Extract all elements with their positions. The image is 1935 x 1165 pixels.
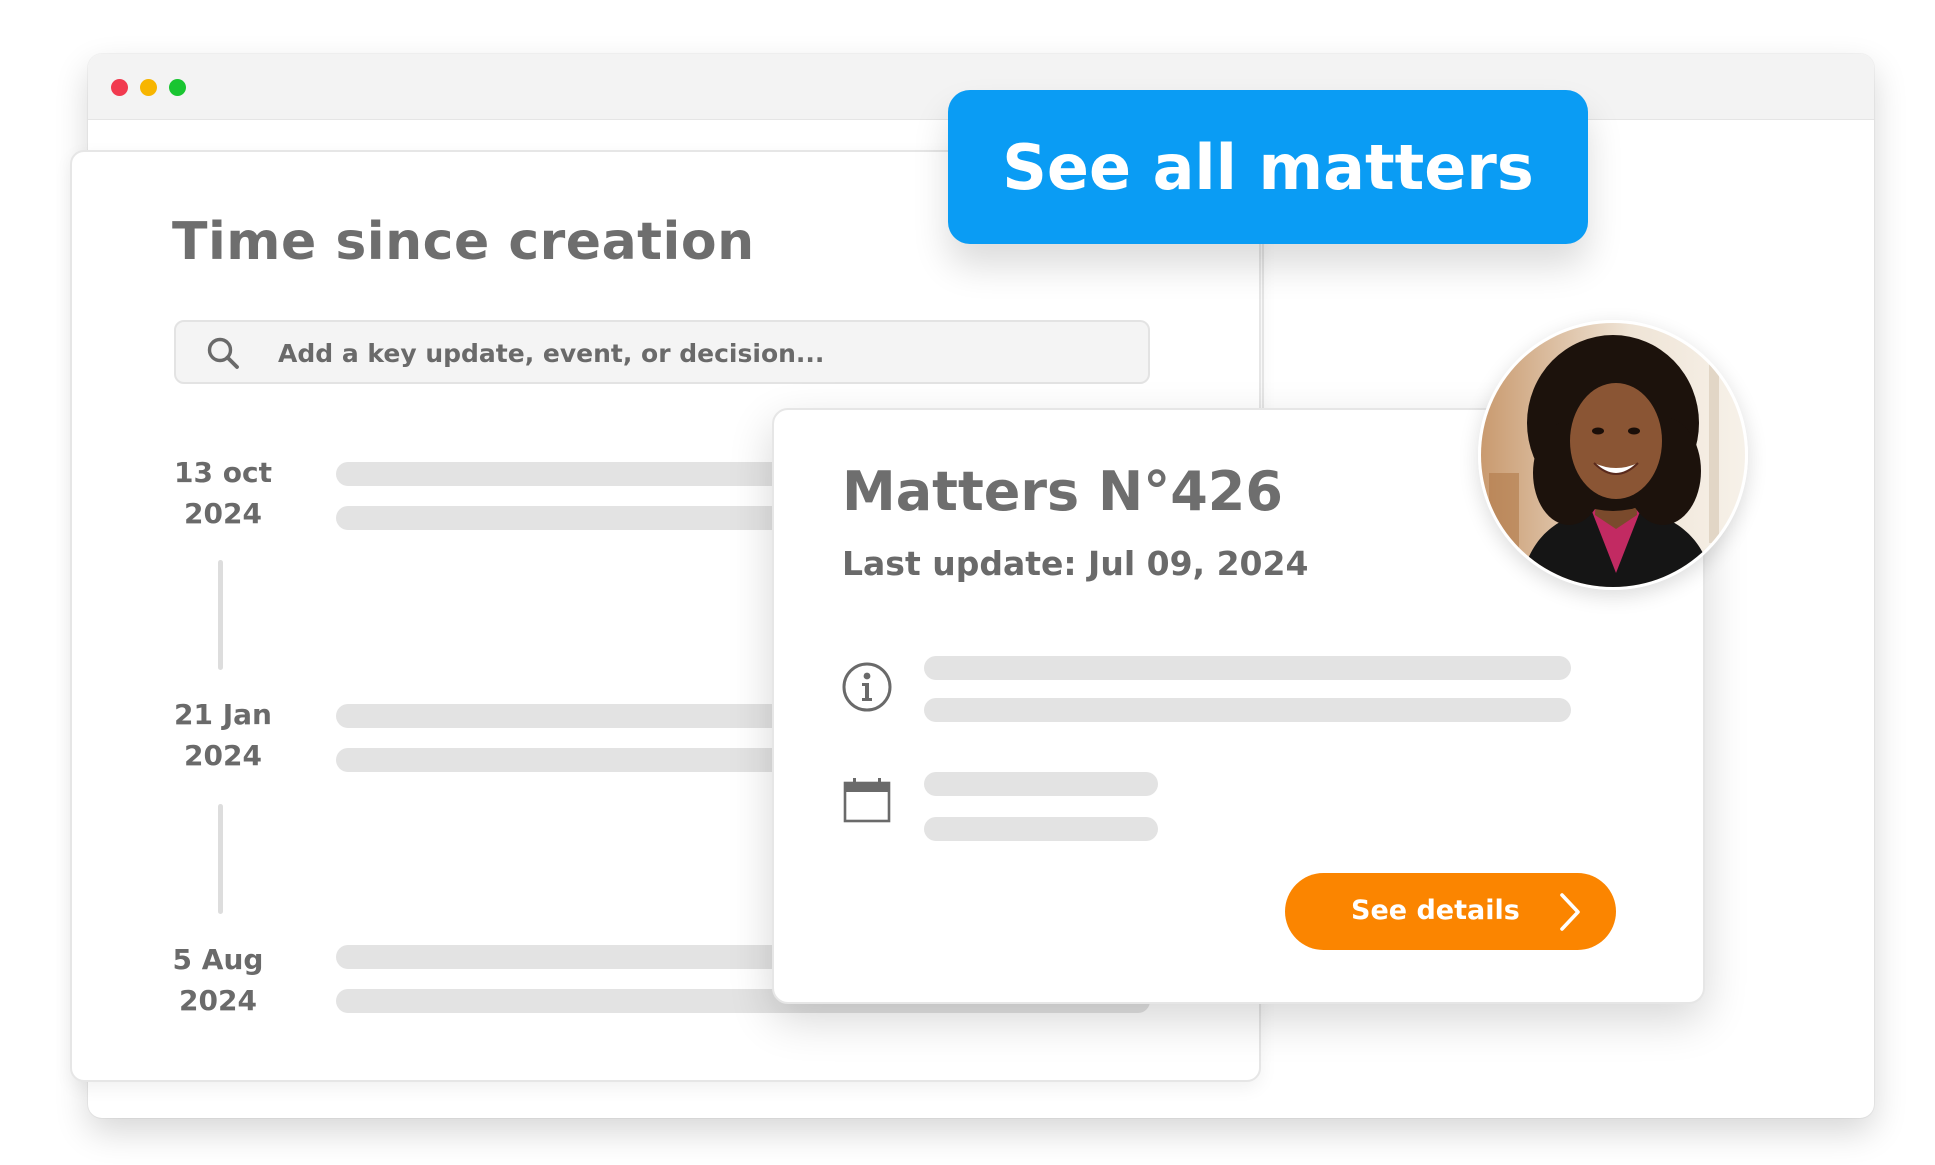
info-icon	[842, 662, 892, 712]
skeleton-line	[924, 656, 1571, 680]
chevron-right-icon	[1560, 893, 1580, 931]
see-details-label: See details	[1351, 895, 1520, 926]
timeline-date-year: 2024	[184, 739, 262, 772]
timeline-connector	[218, 804, 223, 914]
see-details-button[interactable]: See details	[1285, 873, 1616, 950]
page-title: Time since creation	[172, 212, 755, 272]
timeline-date: 13 oct 2024	[158, 452, 288, 534]
calendar-icon	[843, 778, 891, 823]
search-input[interactable]	[276, 332, 1126, 374]
skeleton-line	[924, 698, 1571, 722]
timeline-connector	[218, 560, 223, 670]
stage: Time since creation 13 oct 2024 21 Jan 2…	[0, 0, 1935, 1165]
card-divider	[1262, 240, 1264, 410]
skeleton-line	[924, 817, 1158, 841]
timeline-date-day: 5 Aug	[172, 943, 264, 976]
timeline-date-year: 2024	[184, 497, 262, 530]
window-close-button[interactable]	[111, 79, 128, 96]
timeline-date-day: 13 oct	[174, 456, 272, 489]
see-all-matters-button[interactable]: See all matters	[948, 90, 1588, 244]
matter-title: Matters N°426	[842, 460, 1283, 523]
skeleton-line	[924, 772, 1158, 796]
timeline-date-year: 2024	[179, 984, 257, 1017]
timeline-date: 21 Jan 2024	[158, 694, 288, 776]
window-minimize-button[interactable]	[140, 79, 157, 96]
window-maximize-button[interactable]	[169, 79, 186, 96]
search-icon[interactable]	[206, 336, 240, 370]
timeline-date-day: 21 Jan	[174, 698, 272, 731]
timeline-date: 5 Aug 2024	[153, 939, 283, 1021]
avatar	[1478, 320, 1748, 590]
matter-last-update: Last update: Jul 09, 2024	[842, 544, 1309, 583]
search-bar[interactable]	[174, 320, 1150, 384]
avatar-photo	[1481, 323, 1745, 587]
